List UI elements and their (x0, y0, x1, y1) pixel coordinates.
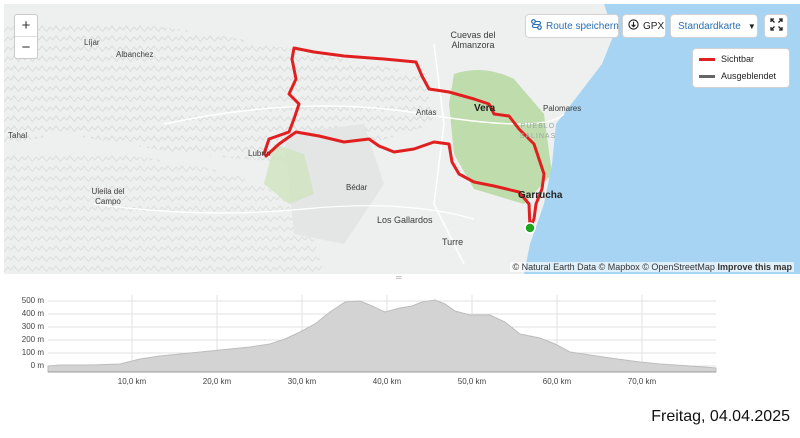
map-style-label: Standardkarte (678, 20, 741, 32)
x-tick-40km: 40,0 km (372, 377, 402, 386)
improve-map-link[interactable]: Improve this map (717, 262, 792, 272)
fullscreen-button[interactable] (764, 14, 788, 38)
place-los-gallardos: Los Gallardos (377, 215, 433, 225)
legend-label-hidden: Ausgeblendet (721, 71, 777, 81)
place-antas: Antas (416, 108, 437, 117)
place-cuevas: Cuevas del Almanzora (438, 30, 508, 50)
y-tick-400: 400 m (21, 309, 44, 318)
y-tick-300: 300 m (21, 322, 44, 331)
place-cuevas-line2: Almanzora (451, 40, 495, 50)
place-uleila-line2: Campo (95, 197, 121, 206)
place-vera: Vera (474, 103, 496, 114)
legend-swatch-hidden (699, 74, 715, 78)
map-background (4, 4, 800, 274)
zoom-control: + − (14, 14, 38, 59)
caret-down-icon: ▼ (747, 21, 756, 31)
place-uleila-line1: Uleila del (91, 187, 125, 196)
y-tick-200: 200 m (21, 335, 44, 344)
route-legend: Sichtbar Ausgeblendet (692, 48, 790, 88)
place-turre: Turre (442, 237, 464, 247)
map-attribution: © Natural Earth Data © Mapbox © OpenStre… (510, 262, 794, 272)
x-tick-10km: 10,0 km (117, 377, 147, 386)
place-tahal: Tahal (8, 131, 28, 140)
start-marker (524, 222, 536, 234)
place-lubrin: Lubrín (248, 149, 271, 158)
place-garrucha: Garrucha (518, 190, 563, 201)
legend-label-visible: Sichtbar (721, 54, 755, 64)
legend-swatch-visible (699, 57, 715, 61)
place-cuevas-line1: Cuevas del (450, 30, 496, 40)
zoom-out-button[interactable]: − (15, 36, 37, 58)
save-route-label: Route speichern (546, 20, 619, 32)
gpx-download-button[interactable]: GPX (622, 14, 666, 38)
route-map[interactable]: Líjar Albanchez Tahal Cuevas del Almanzo… (4, 4, 800, 274)
download-icon (628, 19, 639, 33)
place-pueblo-line1: PUEBLO (520, 123, 556, 130)
place-pueblo-line2: SALINAS (519, 133, 557, 140)
map-style-select[interactable]: Standardkarte ▼ (670, 14, 758, 38)
x-tick-30km: 30,0 km (287, 377, 317, 386)
y-tick-0: 0 m (30, 361, 44, 370)
place-palomares: Palomares (543, 104, 582, 113)
y-tick-500: 500 m (21, 296, 44, 305)
attribution-text: © Natural Earth Data © Mapbox © OpenStre… (512, 262, 715, 272)
legend-item-hidden[interactable]: Ausgeblendet (699, 69, 789, 83)
elevation-area (47, 299, 717, 373)
footer-date: Freitag, 04.04.2025 (651, 408, 790, 425)
fullscreen-icon (769, 18, 783, 34)
x-tick-20km: 20,0 km (202, 377, 232, 386)
place-bedar: Bédar (346, 183, 368, 192)
route-icon (531, 19, 542, 33)
y-tick-100: 100 m (21, 348, 44, 357)
x-tick-50km: 50,0 km (457, 377, 487, 386)
legend-item-visible[interactable]: Sichtbar (699, 52, 789, 66)
place-albanchez: Albanchez (116, 50, 154, 59)
place-pueblo-salinas: PUEBLO SALINAS (513, 122, 563, 142)
zoom-in-button[interactable]: + (15, 15, 37, 36)
x-tick-60km: 60,0 km (542, 377, 572, 386)
x-tick-70km: 70,0 km (627, 377, 657, 386)
save-route-button[interactable]: Route speichern (525, 14, 619, 38)
place-lijar: Líjar (84, 38, 100, 47)
gpx-label: GPX (643, 20, 665, 32)
elevation-profile[interactable]: 500 m 400 m 300 m 200 m 100 m 0 m 10,0 k… (0, 280, 800, 402)
place-uleila: Uleila del Campo (84, 187, 132, 207)
